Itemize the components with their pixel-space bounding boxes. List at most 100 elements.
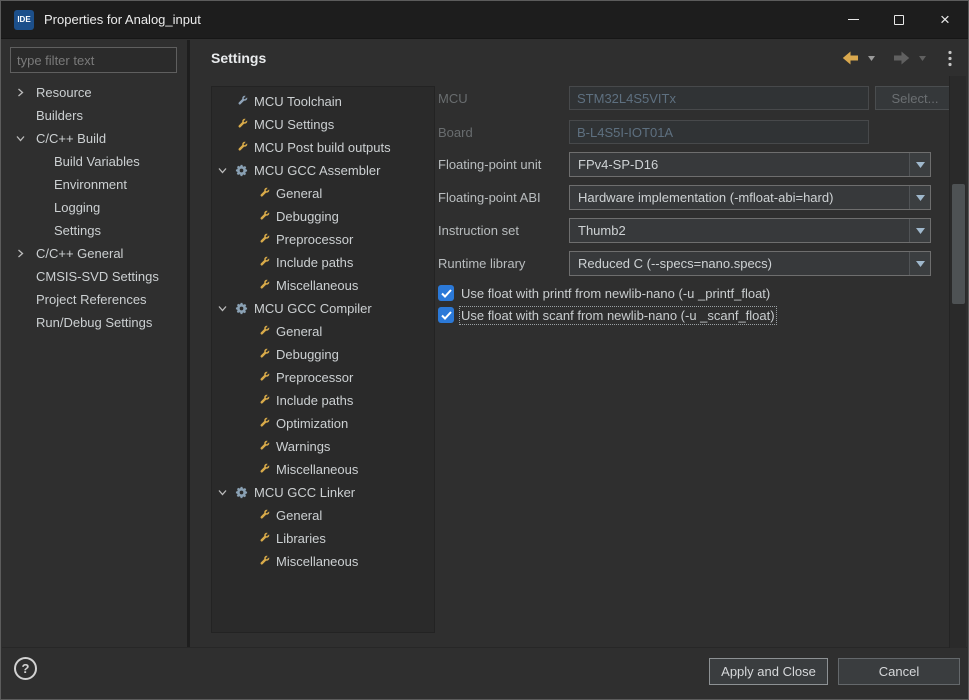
tool-tree-item-mcu-toolchain[interactable]: MCU Toolchain [212, 90, 434, 113]
chevron-right-icon[interactable] [16, 246, 36, 262]
floating-point-unit-select[interactable]: FPv4-SP-D16 [569, 152, 931, 177]
back-button[interactable] [839, 48, 862, 68]
tool-tree-item-linker-general[interactable]: General [212, 504, 434, 527]
apply-and-close-button[interactable]: Apply and Close [709, 658, 828, 685]
back-history-caret-icon [868, 56, 875, 61]
tool-tree-label: Debugging [276, 347, 339, 362]
tool-tree-label: MCU Post build outputs [254, 140, 391, 155]
tree-spacer [16, 269, 36, 285]
forward-arrow-icon [893, 51, 910, 65]
vertical-scrollbar[interactable] [949, 76, 966, 648]
gear-icon [234, 486, 248, 500]
combo-arrow-button[interactable] [909, 219, 930, 242]
combo-arrow-button[interactable] [909, 252, 930, 275]
tool-tree-item-compiler-preprocessor[interactable]: Preprocessor [212, 366, 434, 389]
tool-tree-item-assembler-general[interactable]: General [212, 182, 434, 205]
tool-tree-item-assembler-include-paths[interactable]: Include paths [212, 251, 434, 274]
sidebar-resize-sash[interactable] [187, 40, 190, 647]
tool-tree-item-assembler-preprocessor[interactable]: Preprocessor [212, 228, 434, 251]
scanf-float-checkbox[interactable] [438, 307, 454, 323]
tool-tree-label: Include paths [276, 255, 353, 270]
tool-tree-item-compiler-debugging[interactable]: Debugging [212, 343, 434, 366]
filter-input[interactable] [10, 47, 177, 73]
sidebar-item-label: Run/Debug Settings [36, 315, 152, 330]
toolchain-icon [234, 95, 248, 109]
chevron-right-icon[interactable] [16, 85, 36, 101]
runtime-library-label: Runtime library [438, 251, 525, 275]
gear-icon [234, 302, 248, 316]
chevron-down-icon [916, 228, 925, 234]
printf-float-checkbox-row[interactable]: Use float with printf from newlib-nano (… [438, 284, 770, 302]
tool-tree-label: Preprocessor [276, 370, 353, 385]
select-mcu-button: Select... [875, 86, 955, 110]
chevron-down-icon[interactable] [218, 301, 234, 317]
tool-tree-label: General [276, 508, 322, 523]
scrollbar-thumb[interactable] [952, 184, 965, 304]
tools-icon [256, 233, 270, 247]
tool-tree-item-compiler-optimization[interactable]: Optimization [212, 412, 434, 435]
dialog-footer: ? Apply and Close Cancel [2, 647, 967, 698]
printf-float-checkbox[interactable] [438, 285, 454, 301]
chevron-down-icon [916, 261, 925, 267]
tool-tree-item-mcu-gcc-linker[interactable]: MCU GCC Linker [212, 481, 434, 504]
tools-icon [256, 187, 270, 201]
tool-tree-item-compiler-miscellaneous[interactable]: Miscellaneous [212, 458, 434, 481]
scanf-float-checkbox-row[interactable]: Use float with scanf from newlib-nano (-… [438, 306, 775, 324]
floating-point-abi-select[interactable]: Hardware implementation (-mfloat-abi=har… [569, 185, 931, 210]
instruction-set-select[interactable]: Thumb2 [569, 218, 931, 243]
cancel-button[interactable]: Cancel [838, 658, 960, 685]
chevron-down-icon [916, 195, 925, 201]
tool-settings-tree: MCU Toolchain MCU Settings MCU Post buil… [211, 86, 435, 633]
help-button[interactable]: ? [14, 657, 37, 680]
back-history-button[interactable] [865, 53, 878, 64]
sidebar-item-environment[interactable]: Environment [2, 173, 187, 196]
tool-tree-item-compiler-general[interactable]: General [212, 320, 434, 343]
header-nav [839, 47, 957, 70]
forward-button[interactable] [890, 48, 913, 68]
view-menu-button[interactable] [945, 47, 955, 70]
chevron-down-icon[interactable] [218, 485, 234, 501]
minimize-button[interactable] [830, 1, 876, 38]
forward-history-button[interactable] [916, 53, 929, 64]
sidebar-item-cpp-build[interactable]: C/C++ Build [2, 127, 187, 150]
tools-icon [256, 463, 270, 477]
chevron-down-icon[interactable] [16, 131, 36, 147]
sidebar-item-builders[interactable]: Builders [2, 104, 187, 127]
combo-arrow-button[interactable] [909, 186, 930, 209]
scanf-float-label: Use float with scanf from newlib-nano (-… [461, 308, 775, 323]
tree-spacer [34, 154, 54, 170]
tool-tree-label: MCU GCC Compiler [254, 301, 372, 316]
sidebar-item-label: C/C++ Build [36, 131, 106, 146]
tool-tree-item-compiler-include-paths[interactable]: Include paths [212, 389, 434, 412]
sidebar-item-cmsis-svd[interactable]: CMSIS-SVD Settings [2, 265, 187, 288]
combo-arrow-button[interactable] [909, 153, 930, 176]
forward-history-caret-icon [919, 56, 926, 61]
tool-tree-item-mcu-gcc-compiler[interactable]: MCU GCC Compiler [212, 297, 434, 320]
instruction-set-value: Thumb2 [570, 223, 909, 238]
sidebar-item-settings[interactable]: Settings [2, 219, 187, 242]
tools-icon [256, 555, 270, 569]
tool-tree-label: MCU GCC Assembler [254, 163, 380, 178]
tool-tree-item-linker-libraries[interactable]: Libraries [212, 527, 434, 550]
tool-tree-label: Include paths [276, 393, 353, 408]
chevron-down-icon[interactable] [218, 163, 234, 179]
tool-tree-item-assembler-miscellaneous[interactable]: Miscellaneous [212, 274, 434, 297]
close-button[interactable]: × [922, 1, 968, 38]
sidebar-item-build-variables[interactable]: Build Variables [2, 150, 187, 173]
tool-tree-label: Miscellaneous [276, 278, 358, 293]
maximize-button[interactable] [876, 1, 922, 38]
sidebar-item-cpp-general[interactable]: C/C++ General [2, 242, 187, 265]
tool-tree-item-compiler-warnings[interactable]: Warnings [212, 435, 434, 458]
tool-tree-item-linker-miscellaneous[interactable]: Miscellaneous [212, 550, 434, 573]
sidebar-item-resource[interactable]: Resource [2, 81, 187, 104]
tool-tree-item-assembler-debugging[interactable]: Debugging [212, 205, 434, 228]
sidebar-item-project-references[interactable]: Project References [2, 288, 187, 311]
runtime-library-select[interactable]: Reduced C (--specs=nano.specs) [569, 251, 931, 276]
sidebar-item-logging[interactable]: Logging [2, 196, 187, 219]
tool-tree-item-mcu-post-build[interactable]: MCU Post build outputs [212, 136, 434, 159]
sidebar-item-run-debug-settings[interactable]: Run/Debug Settings [2, 311, 187, 334]
tool-tree-item-mcu-settings[interactable]: MCU Settings [212, 113, 434, 136]
tools-icon [256, 371, 270, 385]
tool-tree-item-mcu-gcc-assembler[interactable]: MCU GCC Assembler [212, 159, 434, 182]
tools-icon [256, 440, 270, 454]
